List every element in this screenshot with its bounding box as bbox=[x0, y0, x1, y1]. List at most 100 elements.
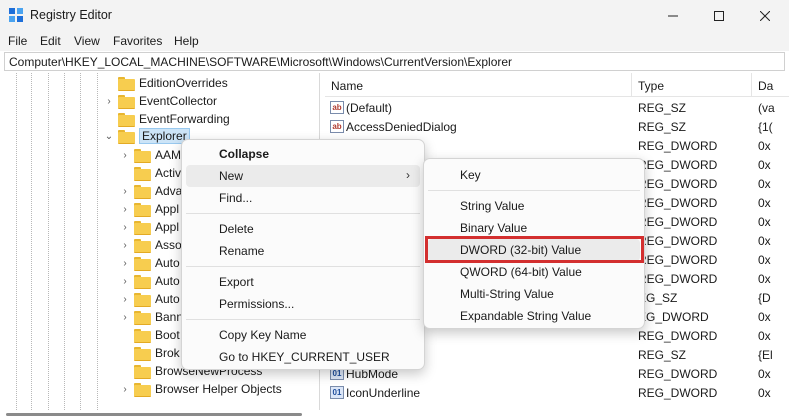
rename-menu-item[interactable]: Rename bbox=[186, 240, 420, 262]
permissions-menu-item[interactable]: Permissions... bbox=[186, 293, 420, 315]
tree-node[interactable]: › Auto bbox=[119, 290, 180, 308]
tree-node[interactable]: › Bann bbox=[119, 308, 183, 326]
column-divider[interactable] bbox=[751, 73, 752, 97]
delete-menu-item[interactable]: Delete bbox=[186, 218, 420, 240]
tree-node[interactable]: Brok bbox=[119, 344, 180, 362]
value-data: 0x bbox=[758, 272, 771, 286]
expand-chevron-icon[interactable] bbox=[103, 113, 115, 125]
maximize-button[interactable] bbox=[696, 0, 742, 31]
tree-node[interactable]: › Auto bbox=[119, 254, 180, 272]
tree-node-label: EventCollector bbox=[139, 94, 218, 108]
horizontal-scrollbar[interactable] bbox=[0, 410, 320, 418]
menu-separator bbox=[186, 213, 420, 214]
new-key-menu-item[interactable]: Key bbox=[428, 164, 640, 186]
new-expandable-string-value-menu-item[interactable]: Expandable String Value bbox=[428, 305, 640, 327]
copy-key-name-menu-item[interactable]: Copy Key Name bbox=[186, 324, 420, 346]
menu-favorites[interactable]: Favorites bbox=[113, 34, 162, 48]
tree-node-label: AAM bbox=[155, 148, 182, 162]
new-menu-item[interactable]: New › bbox=[186, 165, 420, 187]
tree-node-label: Brok bbox=[155, 346, 180, 360]
scrollbar-thumb[interactable] bbox=[6, 413, 302, 416]
value-data: {El bbox=[758, 348, 773, 362]
value-type: REG_DWORD bbox=[638, 158, 718, 172]
new-multi-string-value-menu-item[interactable]: Multi-String Value bbox=[428, 283, 640, 305]
value-type: REG_SZ bbox=[638, 120, 687, 134]
menu-file[interactable]: File bbox=[8, 34, 27, 48]
new-string-value-menu-item[interactable]: String Value bbox=[428, 195, 640, 217]
tree-node-label: Asso bbox=[155, 238, 182, 252]
tree-node-label: Auto bbox=[155, 256, 180, 270]
value-data: 0x bbox=[758, 215, 771, 229]
menu-item-label: Delete bbox=[219, 222, 254, 236]
expand-chevron-icon[interactable]: › bbox=[119, 203, 131, 215]
tree-node[interactable]: › Browser Helper Objects bbox=[119, 380, 282, 398]
expand-chevron-icon[interactable] bbox=[119, 365, 131, 377]
tree-node-label: Auto bbox=[155, 274, 180, 288]
tree-node-label: EventForwarding bbox=[139, 112, 230, 126]
folder-icon bbox=[118, 112, 135, 127]
expand-chevron-icon[interactable]: › bbox=[119, 383, 131, 395]
tree-node[interactable]: Activ bbox=[119, 164, 181, 182]
tree-node[interactable]: › AAM bbox=[119, 146, 181, 164]
tree-node-selected[interactable]: ⌄ Explorer bbox=[103, 127, 190, 145]
value-row[interactable]: ab (Default) REG_SZ (va bbox=[325, 98, 789, 117]
menu-item-label: Key bbox=[460, 168, 481, 182]
column-type-header[interactable]: Type bbox=[638, 79, 664, 93]
value-row[interactable]: 01 IconUnderline REG_DWORD 0x bbox=[325, 383, 789, 402]
value-type: REG_SZ bbox=[638, 101, 687, 115]
expand-chevron-icon[interactable]: › bbox=[119, 185, 131, 197]
expand-chevron-icon[interactable]: › bbox=[119, 221, 131, 233]
expand-chevron-icon[interactable] bbox=[119, 347, 131, 359]
tree-node[interactable]: EventForwarding bbox=[103, 110, 230, 128]
column-divider[interactable] bbox=[631, 73, 632, 97]
export-menu-item[interactable]: Export bbox=[186, 271, 420, 293]
column-data-header[interactable]: Da bbox=[758, 79, 773, 93]
folder-icon bbox=[134, 148, 151, 163]
menu-edit[interactable]: Edit bbox=[40, 34, 61, 48]
string-value-icon: ab bbox=[330, 101, 344, 114]
tree-node-label: Boot bbox=[155, 328, 180, 342]
tree-node[interactable]: Boot bbox=[119, 326, 180, 344]
value-name: IconUnderline bbox=[346, 386, 421, 400]
context-menu: Collapse New › Find... Delete Rename Exp… bbox=[181, 139, 425, 370]
expand-chevron-icon[interactable]: › bbox=[119, 149, 131, 161]
window-title: Registry Editor bbox=[30, 8, 112, 22]
tree-node[interactable]: › Asso bbox=[119, 236, 182, 254]
string-value-icon: ab bbox=[330, 120, 344, 133]
expand-chevron-icon[interactable]: › bbox=[103, 95, 115, 107]
tree-node[interactable]: › Appl bbox=[119, 200, 179, 218]
tree-node[interactable]: EditionOverrides bbox=[103, 74, 228, 92]
menu-item-label: QWORD (64-bit) Value bbox=[460, 265, 582, 279]
expand-chevron-icon[interactable]: › bbox=[119, 239, 131, 251]
expand-chevron-icon[interactable] bbox=[119, 329, 131, 341]
collapse-chevron-icon[interactable]: ⌄ bbox=[103, 130, 115, 142]
tree-node[interactable]: › Appl bbox=[119, 218, 179, 236]
value-type: REG_SZ bbox=[638, 348, 687, 362]
expand-chevron-icon[interactable] bbox=[119, 167, 131, 179]
value-data: 0x bbox=[758, 158, 771, 172]
value-row[interactable]: ab AccessDeniedDialog REG_SZ {1( bbox=[325, 117, 789, 136]
find-menu-item[interactable]: Find... bbox=[186, 187, 420, 209]
tree-node-label: Activ bbox=[155, 166, 182, 180]
menu-view[interactable]: View bbox=[74, 34, 100, 48]
expand-chevron-icon[interactable]: › bbox=[119, 275, 131, 287]
address-bar[interactable]: Computer\HKEY_LOCAL_MACHINE\SOFTWARE\Mic… bbox=[4, 52, 785, 71]
expand-chevron-icon[interactable]: › bbox=[119, 257, 131, 269]
folder-icon bbox=[134, 346, 151, 361]
tree-node[interactable]: › Adva bbox=[119, 182, 182, 200]
expand-chevron-icon[interactable]: › bbox=[119, 293, 131, 305]
tree-node[interactable]: › EventCollector bbox=[103, 92, 217, 110]
new-qword-value-menu-item[interactable]: QWORD (64-bit) Value bbox=[428, 261, 640, 283]
collapse-menu-item[interactable]: Collapse bbox=[186, 143, 420, 165]
expand-chevron-icon[interactable]: › bbox=[119, 311, 131, 323]
expand-chevron-icon[interactable] bbox=[103, 77, 115, 89]
tree-node[interactable]: › Auto bbox=[119, 272, 180, 290]
column-name-header[interactable]: Name bbox=[331, 79, 363, 93]
close-button[interactable] bbox=[742, 0, 788, 31]
folder-icon bbox=[134, 238, 151, 253]
minimize-button[interactable] bbox=[650, 0, 696, 31]
minimize-icon bbox=[668, 15, 678, 16]
menu-help[interactable]: Help bbox=[174, 34, 199, 48]
goto-hkcu-menu-item[interactable]: Go to HKEY_CURRENT_USER bbox=[186, 346, 420, 368]
value-data: {D bbox=[758, 291, 771, 305]
